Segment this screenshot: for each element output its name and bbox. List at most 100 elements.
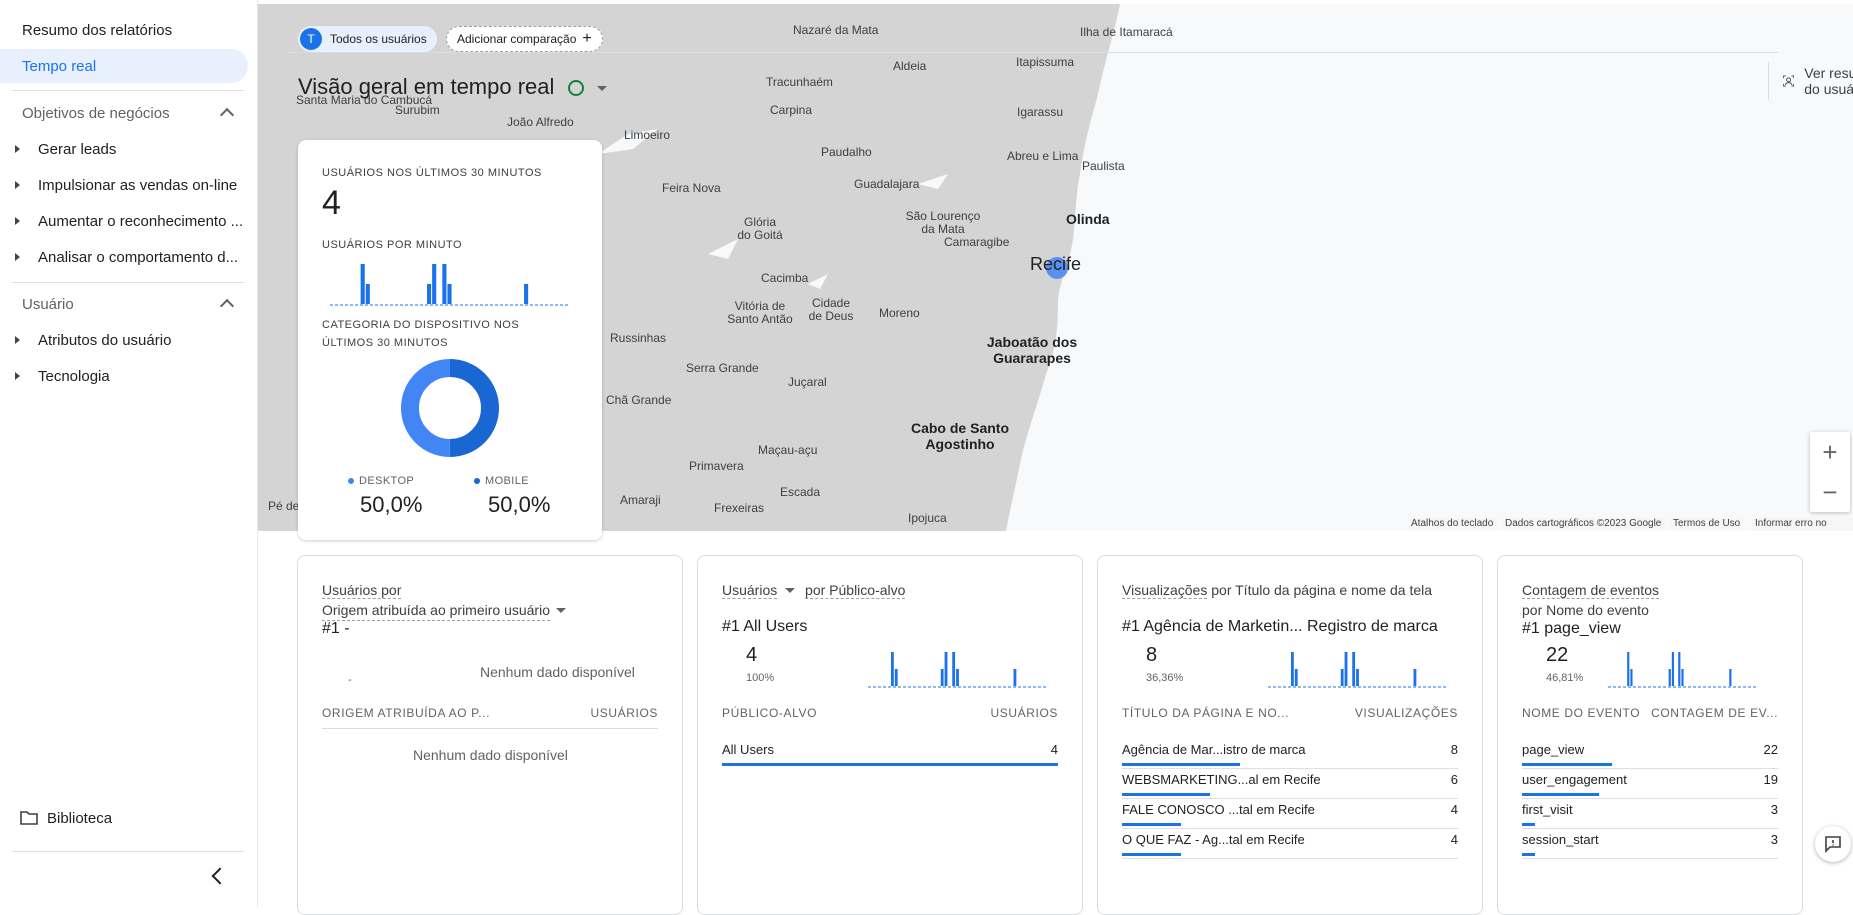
sidebar-item-realtime[interactable]: Tempo real [0, 49, 248, 83]
sparkline-bar[interactable] [360, 264, 365, 304]
chevron-down-icon[interactable] [556, 608, 566, 613]
zoom-out-button[interactable]: − [1810, 472, 1850, 512]
table-row[interactable]: session_start 3 [1522, 828, 1778, 859]
all-users-chip[interactable]: T Todos os usuários [298, 26, 437, 52]
row-value: 4 [1050, 742, 1058, 757]
sparkline-bar[interactable] [956, 669, 959, 686]
table-row[interactable]: All Users 4 [722, 738, 1058, 768]
sparkline-bar[interactable] [1729, 669, 1732, 686]
mobile-percentage: 50,0% [488, 492, 551, 517]
card-title-dimension[interactable]: Origem atribuída ao primeiro usuário [322, 600, 550, 621]
add-comparison-button[interactable]: Adicionar comparação + [446, 26, 603, 52]
card-event-count: Contagem de eventos por Nome do evento #… [1497, 555, 1803, 915]
card-sparkline[interactable] [868, 648, 1048, 688]
sparkline-bar[interactable] [1340, 669, 1344, 686]
sidebar-item-awareness[interactable]: Aumentar o reconhecimento ... [0, 204, 250, 238]
card-sparkline[interactable] [1268, 648, 1448, 688]
card-title-metric[interactable]: Usuários [722, 582, 778, 599]
card-title-dimension[interactable]: por Nome do evento [1522, 602, 1649, 618]
row-label[interactable]: first_visit [1522, 802, 1573, 817]
map-label: Russinhas [610, 331, 667, 345]
table-row[interactable]: FALE CONOSCO ...tal em Recife 4 [1122, 798, 1458, 829]
row-label[interactable]: Agência de Mar...istro de marca [1122, 742, 1306, 757]
row-label[interactable]: page_view [1522, 742, 1584, 757]
caret-right-icon [15, 253, 20, 261]
sparkline-bar[interactable] [1344, 652, 1348, 686]
column-header[interactable]: NOME DO EVENTO [1522, 706, 1640, 720]
sparkline-bar[interactable] [890, 652, 894, 686]
column-header[interactable]: PÚBLICO-ALVO [722, 706, 817, 720]
chevron-down-icon[interactable] [785, 588, 796, 593]
row-label[interactable]: All Users [722, 742, 774, 757]
feedback-button[interactable] [1815, 826, 1851, 862]
card-sparkline[interactable] [1608, 648, 1758, 688]
row-bar [1522, 853, 1535, 856]
map-report-error-link[interactable]: Informar erro no mapa [1752, 518, 1853, 531]
sidebar-item-technology[interactable]: Tecnologia [0, 359, 250, 393]
column-header[interactable]: USUÁRIOS [991, 706, 1058, 720]
sidebar-section-user[interactable]: Usuário [22, 287, 246, 321]
sidebar-item-user-attributes[interactable]: Atributos do usuário [0, 323, 250, 357]
card-title-metric[interactable]: Visualizações [1122, 582, 1208, 599]
sparkline-bar[interactable] [447, 284, 452, 304]
row-label[interactable]: O QUE FAZ - Ag...tal em Recife [1122, 832, 1305, 847]
sparkline-bar[interactable] [1356, 669, 1359, 686]
sparkline-bar[interactable] [1413, 669, 1417, 686]
sparkline-bar[interactable] [952, 652, 956, 686]
sparkline-bar[interactable] [1668, 669, 1671, 686]
sparkline-bar[interactable] [1681, 669, 1684, 686]
card-title-metric[interactable]: Contagem de eventos [1522, 582, 1659, 599]
sparkline-bar[interactable] [524, 284, 529, 304]
card-title-metric[interactable]: Usuários por [322, 582, 402, 599]
sidebar-item-generate-leads[interactable]: Gerar leads [0, 132, 250, 166]
column-header[interactable]: TÍTULO DA PÁGINA E NO... [1122, 706, 1289, 720]
map-label: Surubim [395, 103, 440, 117]
table-row[interactable]: O QUE FAZ - Ag...tal em Recife 4 [1122, 828, 1458, 859]
map-shortcuts-link[interactable]: Atalhos do teclado [1408, 518, 1497, 529]
sparkline-bar[interactable] [442, 264, 447, 304]
table-row[interactable]: user_engagement 19 [1522, 768, 1778, 799]
column-header[interactable]: USUÁRIOS [591, 706, 658, 720]
row-label[interactable]: WEBSMARKETING...al em Recife [1122, 772, 1321, 787]
sparkline-bar[interactable] [1678, 652, 1681, 686]
table-row[interactable]: Agência de Mar...istro de marca 8 [1122, 738, 1458, 769]
sidebar-item-summary[interactable]: Resumo dos relatórios [22, 13, 172, 47]
column-header[interactable]: CONTAGEM DE EV... [1651, 706, 1778, 720]
chevron-down-icon[interactable] [597, 86, 607, 91]
card-title-dimension[interactable]: por Público-alvo [805, 582, 906, 599]
sparkline-bar[interactable] [1013, 669, 1017, 686]
row-label[interactable]: session_start [1522, 832, 1599, 847]
card-title: Visualizações por Título da página e nom… [1122, 580, 1432, 600]
table-row[interactable]: first_visit 3 [1522, 798, 1778, 829]
sidebar-item-behavior[interactable]: Analisar o comportamento d... [0, 240, 250, 274]
table-row[interactable]: WEBSMARKETING...al em Recife 6 [1122, 768, 1458, 799]
zoom-in-button[interactable]: + [1810, 432, 1850, 472]
sparkline-bar[interactable] [432, 264, 437, 304]
sparkline-bar[interactable] [1671, 652, 1675, 686]
column-header[interactable]: ORIGEM ATRIBUÍDA AO P... [322, 706, 490, 720]
sparkline-bar[interactable] [1290, 652, 1294, 686]
sparkline-bar[interactable] [1352, 652, 1356, 686]
sidebar-item-boost-sales[interactable]: Impulsionar as vendas on-line [0, 168, 250, 202]
sparkline-bar[interactable] [365, 284, 370, 304]
column-header[interactable]: VISUALIZAÇÕES [1355, 706, 1458, 720]
sparkline-bar[interactable] [1294, 669, 1298, 686]
user-summary-button[interactable]: Ver resumo do usuário [1783, 65, 1853, 97]
sparkline-bar[interactable] [1627, 652, 1630, 686]
sparkline-bar[interactable] [944, 652, 948, 686]
row-label[interactable]: user_engagement [1522, 772, 1627, 787]
row-bar [1122, 853, 1181, 856]
sparkline-bar[interactable] [894, 669, 898, 686]
collapse-chevron-icon[interactable] [211, 867, 229, 885]
device-donut-chart[interactable] [398, 356, 502, 460]
row-label[interactable]: FALE CONOSCO ...tal em Recife [1122, 802, 1315, 817]
sidebar-item-library[interactable]: Biblioteca [20, 801, 250, 835]
map-terms-link[interactable]: Termos de Uso [1670, 518, 1744, 529]
sidebar-section-business[interactable]: Objetivos de negócios [22, 96, 246, 130]
users-per-minute-chart[interactable] [330, 260, 570, 306]
sparkline-bar[interactable] [427, 284, 432, 304]
sparkline-bar[interactable] [1630, 669, 1633, 686]
card-title-dimension[interactable]: por Título da página e nome da tela [1211, 582, 1432, 598]
sparkline-bar[interactable] [940, 669, 944, 686]
table-row[interactable]: page_view 22 [1522, 738, 1778, 769]
